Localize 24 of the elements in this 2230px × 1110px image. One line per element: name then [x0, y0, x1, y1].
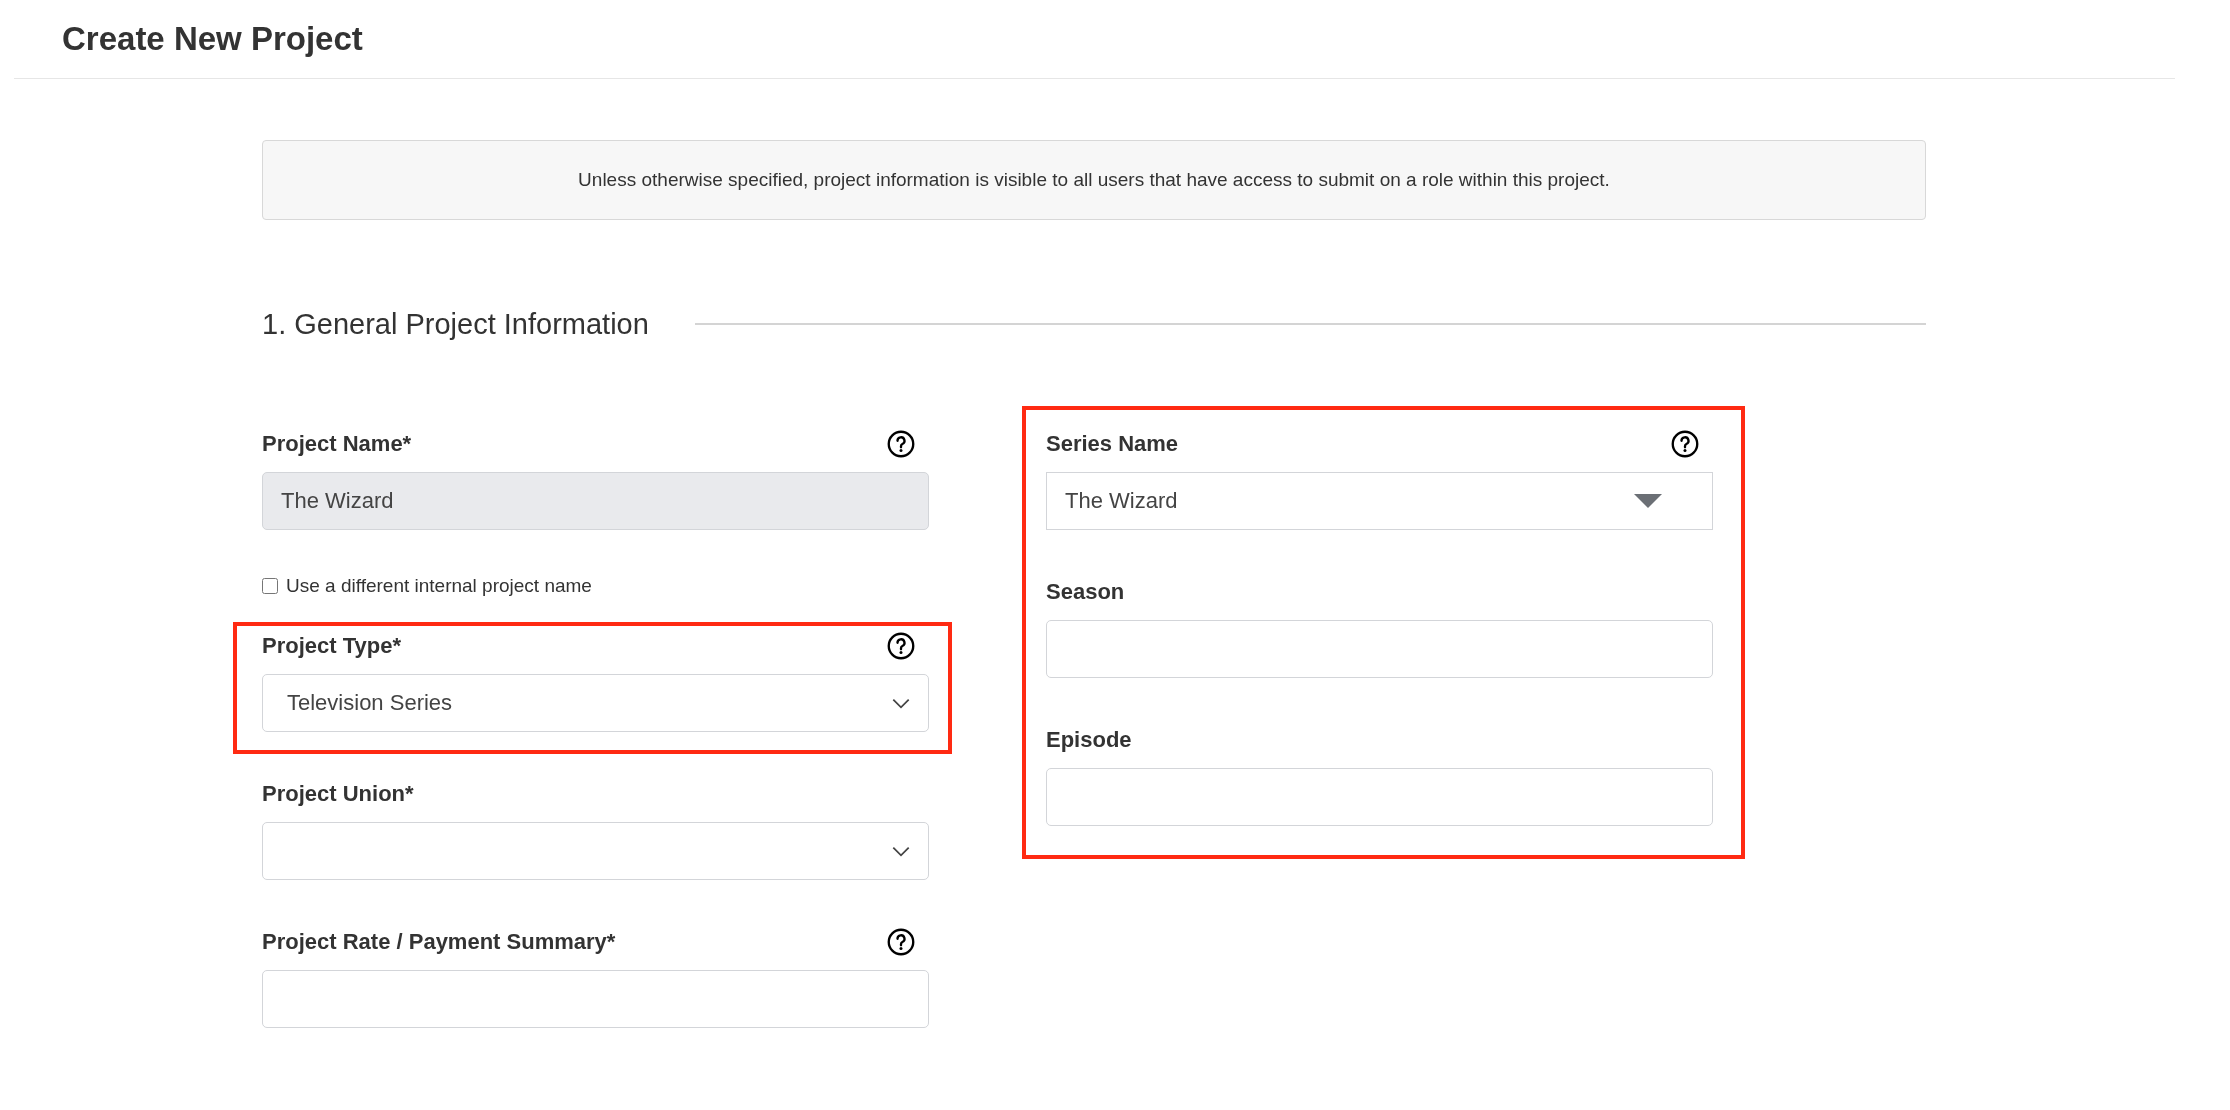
chevron-down-icon	[892, 697, 910, 709]
field-label: Project Union*	[262, 781, 414, 807]
chevron-down-icon	[892, 845, 910, 857]
text-field[interactable]	[1046, 768, 1713, 826]
dropdown-field[interactable]: The Wizard	[1046, 472, 1713, 530]
checkbox-label[interactable]: Use a different internal project name	[286, 575, 592, 597]
help-icon[interactable]	[1671, 430, 1699, 458]
field-label: Project Type*	[262, 633, 401, 659]
select-field[interactable]: Television Series	[262, 674, 929, 732]
field-label: Project Rate / Payment Summary*	[262, 929, 616, 955]
page-title: Create New Project	[62, 20, 363, 58]
triangle-down-icon	[1634, 494, 1662, 508]
text-field[interactable]	[1046, 620, 1713, 678]
field-label: Project Name*	[262, 431, 412, 457]
section-title: 1. General Project Information	[262, 307, 649, 341]
select-field[interactable]	[262, 822, 929, 880]
info-notice: Unless otherwise specified, project information is visible to all users that have access to submit on a role within this project.	[262, 140, 1926, 220]
help-icon[interactable]	[887, 632, 915, 660]
checkbox[interactable]	[262, 578, 278, 594]
field-label: Season	[1046, 579, 1125, 605]
text-field[interactable]	[262, 970, 929, 1028]
field-label: Episode	[1046, 727, 1132, 753]
help-icon[interactable]	[887, 928, 915, 956]
field-label: Series Name	[1046, 431, 1179, 457]
